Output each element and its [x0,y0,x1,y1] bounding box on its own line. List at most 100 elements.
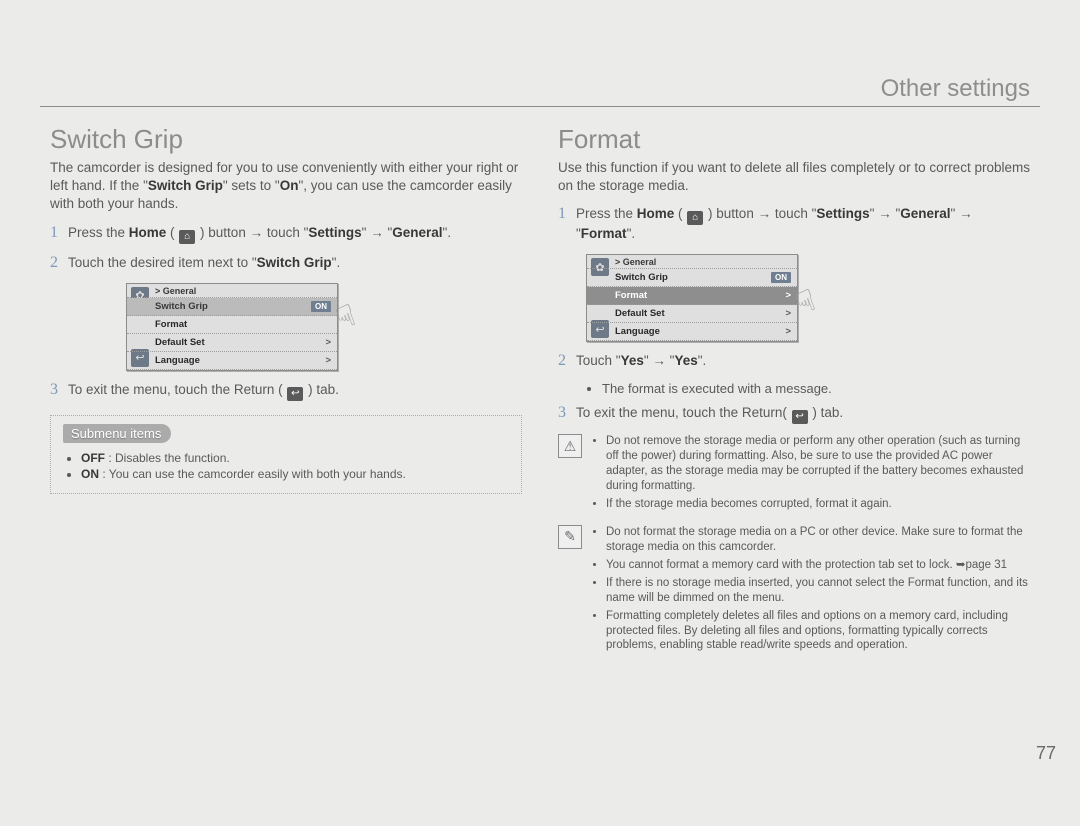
chevron-right-icon: > [785,326,791,337]
right-column: Format Use this function if you want to … [558,124,1030,656]
note-item: Do not format the storage media on a PC … [606,525,1030,555]
text: Default Set [615,308,665,319]
text: " → " [870,206,901,221]
text: Language [615,326,660,337]
menu-row-language: Language > [587,323,797,341]
note-icon: ✎ [558,525,582,549]
warning-item: If the storage media becomes corrupted, … [606,497,1030,512]
text: ". [332,255,341,270]
chevron-right-icon: > [325,355,331,366]
step-number: 1 [50,224,68,242]
on-badge: ON [311,301,331,312]
text: ) tab. [809,405,844,420]
text: Format [615,290,647,301]
page-header: Other settings [881,75,1030,103]
text: ". [443,225,452,240]
text: : You can use the camcorder easily with … [99,467,406,481]
text: Language [155,355,200,366]
text: ( [674,206,686,221]
text: Home [637,206,675,221]
step-1: 1 Press the Home ( ⌂ ) button → touch "S… [558,205,1030,244]
warning-item: Do not remove the storage media or perfo… [606,434,1030,494]
text: On [280,178,299,193]
step-3: 3 To exit the menu, touch the Return( ↩ … [558,404,1030,424]
text: ) tab. [304,382,339,397]
submenu-item-on: ON : You can use the camcorder easily wi… [81,467,509,481]
text: Touch the desired item next to " [68,255,257,270]
submenu-item-off: OFF : Disables the function. [81,451,509,465]
step-2: 2 Touch "Yes" → "Yes". [558,352,1030,371]
text: To exit the menu, touch the Return( [576,405,791,420]
section-title-format: Format [558,124,1030,155]
on-badge: ON [771,272,791,283]
breadcrumb: > General [587,255,797,269]
text: Press the [68,225,129,240]
text: " sets to " [223,178,280,193]
text: ". [627,226,636,241]
left-column: Switch Grip The camcorder is designed fo… [50,124,522,656]
text: Switch Grip [615,272,668,283]
text: To exit the menu, touch the Return ( [68,382,286,397]
step-3: 3 To exit the menu, touch the Return ( ↩… [50,381,522,401]
breadcrumb: > General [127,284,337,298]
text: OFF [81,451,105,465]
text: ) button → touch " [704,206,816,221]
step-number: 3 [558,404,576,422]
menu-row-default-set: Default Set > [127,334,337,352]
note-item: Formatting completely deletes all files … [606,609,1030,654]
text: Yes [674,353,697,368]
chevron-right-icon: > [785,308,791,319]
text: Touch " [576,353,621,368]
text: Yes [621,353,644,368]
text: Switch Grip [257,255,332,270]
text: " → " [362,225,393,240]
chevron-right-icon: > [325,337,331,348]
text: ". [698,353,707,368]
menu-row-format: Format [127,316,337,334]
text: ( [166,225,178,240]
text: Settings [308,225,361,240]
return-icon: ↩ [287,387,303,401]
text: " → " [644,353,675,368]
format-intro: Use this function if you want to delete … [558,159,1030,195]
header-rule [40,106,1040,107]
menu-row-switch-grip: Switch Grip ON [127,298,337,316]
switch-grip-intro: The camcorder is designed for you to use… [50,159,522,214]
menu-row-default-set: Default Set > [587,305,797,323]
text: Format [155,319,187,330]
text: ON [81,467,99,481]
return-icon: ↩ [792,410,808,424]
text: Switch Grip [148,178,223,193]
warning-box: ⚠ Do not remove the storage media or per… [558,434,1030,515]
submenu-title: Submenu items [63,424,171,443]
menu-screenshot-right: ✿ ↩ > General Switch Grip ON Format> Def… [586,254,798,342]
menu-screenshot-left: ✿ ↩ > General Switch Grip ON Format Defa… [126,283,338,371]
step-number: 2 [558,352,576,370]
menu-row-language: Language > [127,352,337,370]
text: Press the [576,206,637,221]
step-number: 2 [50,254,68,272]
text: Switch Grip [155,301,208,312]
text: Home [129,225,167,240]
warning-icon: ⚠ [558,434,582,458]
note-box: ✎ Do not format the storage media on a P… [558,525,1030,657]
step-number: 1 [558,205,576,223]
text: Format [581,226,627,241]
menu-row-switch-grip: Switch Grip ON [587,269,797,287]
text: Settings [816,206,869,221]
step-number: 3 [50,381,68,399]
step-2-bullet: The format is executed with a message. [602,381,1030,396]
note-item: You cannot format a memory card with the… [606,558,1030,573]
note-item: If there is no storage media inserted, y… [606,576,1030,606]
text: : Disables the function. [105,451,230,465]
step-2: 2 Touch the desired item next to "Switch… [50,254,522,273]
text: Default Set [155,337,205,348]
submenu-items-box: Submenu items OFF : Disables the functio… [50,415,522,494]
home-icon: ⌂ [179,230,195,244]
text: General [900,206,950,221]
text: ) button → touch " [196,225,308,240]
step-1: 1 Press the Home ( ⌂ ) button → touch "S… [50,224,522,244]
text: General [392,225,442,240]
page-number: 77 [1036,743,1056,764]
menu-row-format: Format> [587,287,797,305]
